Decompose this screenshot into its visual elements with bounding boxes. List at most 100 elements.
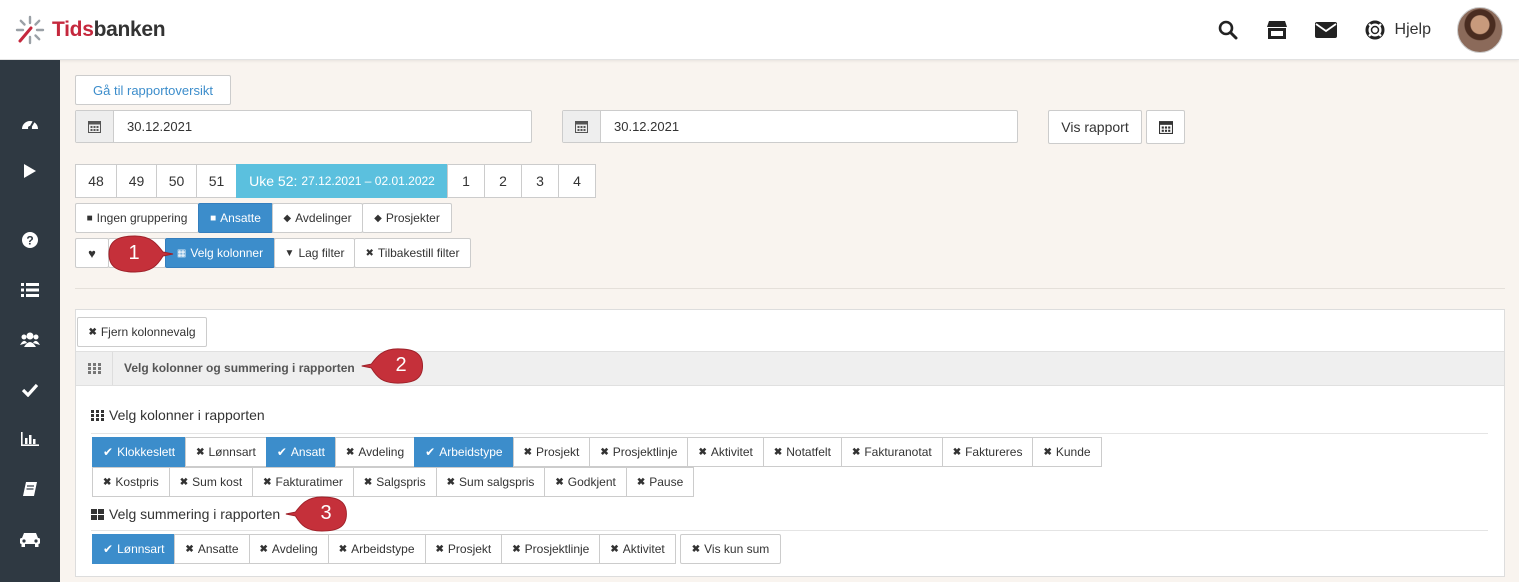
close-icon: ✖ xyxy=(512,543,521,555)
column-chip-arbeidstype[interactable]: ✔ Arbeidstype xyxy=(414,437,514,467)
week-1-button[interactable]: 1 xyxy=(447,164,485,198)
column-chip-kostpris[interactable]: ✖ Kostpris xyxy=(92,467,170,497)
summary-chip-avdeling[interactable]: ✖ Avdeling xyxy=(248,534,329,564)
users-icon[interactable] xyxy=(19,328,41,350)
callout-1-number: 1 xyxy=(128,242,140,264)
dashboard-icon[interactable] xyxy=(19,112,41,134)
summary-chip-aktivitet[interactable]: ✖ Aktivitet xyxy=(599,534,676,564)
brand-name: Tidsbanken xyxy=(52,18,166,42)
close-icon: ✖ xyxy=(345,446,355,458)
make-filter-button[interactable]: ▼ Lag filter xyxy=(274,238,355,268)
projects-grouping-button[interactable]: ◆ Prosjekter xyxy=(362,203,452,233)
check-icon: ✔ xyxy=(425,445,436,459)
sum-only-label: Vis kun sum xyxy=(704,542,770,556)
no-grouping-button[interactable]: ■ Ingen gruppering xyxy=(75,203,199,233)
callout-3-number: 3 xyxy=(320,502,332,524)
week-49-button[interactable]: 49 xyxy=(116,164,157,198)
employees-grouping-button[interactable]: ■ Ansatte xyxy=(198,203,273,233)
store-icon[interactable] xyxy=(1265,18,1289,42)
calendar-icon[interactable] xyxy=(563,111,601,142)
summary-chip-prosjekt[interactable]: ✖ Prosjekt xyxy=(424,534,503,564)
column-chip-aktivitet[interactable]: ✖ Aktivitet xyxy=(687,437,764,467)
brand-logo[interactable]: Tidsbanken xyxy=(14,14,166,46)
column-chip-fakturanotat[interactable]: ✖ Fakturanotat xyxy=(840,437,943,467)
column-chip-fakturatimer[interactable]: ✖ Fakturatimer xyxy=(252,467,354,497)
close-icon: ✖ xyxy=(698,446,707,458)
column-chip-label: Prosjekt xyxy=(535,445,580,459)
search-icon[interactable] xyxy=(1216,18,1240,42)
column-chip-sum-kost[interactable]: ✖ Sum kost xyxy=(168,467,254,497)
top-bar: Tidsbanken Hjelp xyxy=(0,0,1519,60)
show-report-button[interactable]: Vis rapport xyxy=(1048,110,1142,144)
check-icon[interactable] xyxy=(19,379,41,401)
close-icon: ✖ xyxy=(523,446,532,458)
column-chip-godkjent[interactable]: ✖ Godkjent xyxy=(544,467,627,497)
column-chip-label: Prosjektlinje xyxy=(612,445,678,459)
calendar-picker-button[interactable] xyxy=(1146,110,1185,144)
close-icon: ✖ xyxy=(1043,446,1052,458)
car-icon[interactable] xyxy=(19,528,41,550)
close-icon: ✖ xyxy=(555,476,564,488)
week-48-button[interactable]: 48 xyxy=(75,164,117,198)
summary-chip-label: Avdeling xyxy=(271,542,318,556)
week-4-button[interactable]: 4 xyxy=(558,164,596,198)
week-52-button-active[interactable]: Uke 52: 27.12.2021 – 02.01.2022 xyxy=(236,164,448,198)
mail-icon[interactable] xyxy=(1314,18,1338,42)
user-icon: ■ xyxy=(86,212,93,224)
column-selection-panel: ✖ Fjern kolonnevalg Velg kolonner og summ… xyxy=(75,309,1505,577)
user-icon: ■ xyxy=(210,212,217,224)
column-chip-lonnsart[interactable]: ✖ Lønnsart xyxy=(185,437,267,467)
column-chip-notatfelt[interactable]: ✖ Notatfelt xyxy=(762,437,842,467)
column-chip-label: Pause xyxy=(649,475,684,489)
column-chip-label: Fakturatimer xyxy=(275,475,343,489)
column-chip-faktureres[interactable]: ✖ Faktureres xyxy=(941,437,1034,467)
remove-columns-button[interactable]: ✖ Fjern kolonnevalg xyxy=(77,317,207,347)
play-icon[interactable] xyxy=(19,160,41,182)
report-overview-button[interactable]: Gå til rapportoversikt xyxy=(75,75,231,105)
departments-grouping-button[interactable]: ◆ Avdelinger xyxy=(272,203,363,233)
column-chip-pause[interactable]: ✖ Pause xyxy=(625,467,695,497)
date-from-field[interactable]: 30.12.2021 xyxy=(75,110,532,143)
user-avatar[interactable] xyxy=(1457,7,1503,53)
summary-chip-arbeidstype[interactable]: ✖ Arbeidstype xyxy=(327,534,426,564)
week-51-button[interactable]: 51 xyxy=(196,164,237,198)
th-large-icon xyxy=(91,508,104,520)
column-chip-prosjekt[interactable]: ✖ Prosjekt xyxy=(512,437,591,467)
panel-header: Velg kolonner og summering i rapporten xyxy=(76,351,1504,386)
column-chip-label: Kunde xyxy=(1055,445,1091,459)
week-3-button[interactable]: 3 xyxy=(521,164,559,198)
reset-filter-button[interactable]: ✖ Tilbakestill filter xyxy=(354,238,471,268)
sum-only-button[interactable]: ✖ Vis kun sum xyxy=(680,534,781,564)
close-icon: ✖ xyxy=(773,446,783,458)
close-icon: ✖ xyxy=(435,543,444,555)
column-chip-prosjektlinje[interactable]: ✖ Prosjektlinje xyxy=(589,437,689,467)
column-chip-label: Sum kost xyxy=(192,475,243,489)
column-chip-label: Lønnsart xyxy=(208,445,256,459)
bar-chart-icon[interactable] xyxy=(19,428,41,450)
column-chip-kunde[interactable]: ✖ Kunde xyxy=(1032,437,1102,467)
week-2-button[interactable]: 2 xyxy=(484,164,522,198)
heart-icon: ♥ xyxy=(88,245,96,261)
book-icon[interactable] xyxy=(19,478,41,500)
date-to-field[interactable]: 30.12.2021 xyxy=(562,110,1018,143)
summary-chip-lonnsart[interactable]: ✔ Lønnsart xyxy=(92,534,176,564)
column-chip-ansatt[interactable]: ✔ Ansatt xyxy=(265,437,336,467)
close-icon: ✖ xyxy=(600,446,609,458)
column-chip-klokkeslett[interactable]: ✔ Klokkeslett xyxy=(92,437,187,467)
calendar-icon[interactable] xyxy=(76,111,114,142)
column-chip-avdeling[interactable]: ✖ Avdeling xyxy=(334,437,416,467)
panel-title: Velg kolonner og summering i rapporten xyxy=(124,361,355,375)
close-icon: ✖ xyxy=(636,476,646,488)
week-selector: 48 49 50 51 Uke 52: 27.12.2021 – 02.01.20… xyxy=(75,164,596,198)
column-chip-salgspris[interactable]: ✖ Salgspris xyxy=(352,467,437,497)
summary-chip-prosjektlinje[interactable]: ✖ Prosjektlinje xyxy=(501,534,601,564)
help-link[interactable]: Hjelp xyxy=(1363,18,1431,42)
column-chip-label: Sum salgspris xyxy=(459,475,535,489)
column-chip-sum-salgspris[interactable]: ✖ Sum salgspris xyxy=(435,467,546,497)
list-icon[interactable] xyxy=(19,279,41,301)
lifebuoy-icon xyxy=(1363,18,1387,42)
question-icon[interactable]: ? xyxy=(19,229,41,251)
choose-columns-button[interactable]: ▦ Velg kolonner xyxy=(165,238,275,268)
summary-chip-ansatte[interactable]: ✖ Ansatte xyxy=(174,534,250,564)
week-50-button[interactable]: 50 xyxy=(156,164,197,198)
